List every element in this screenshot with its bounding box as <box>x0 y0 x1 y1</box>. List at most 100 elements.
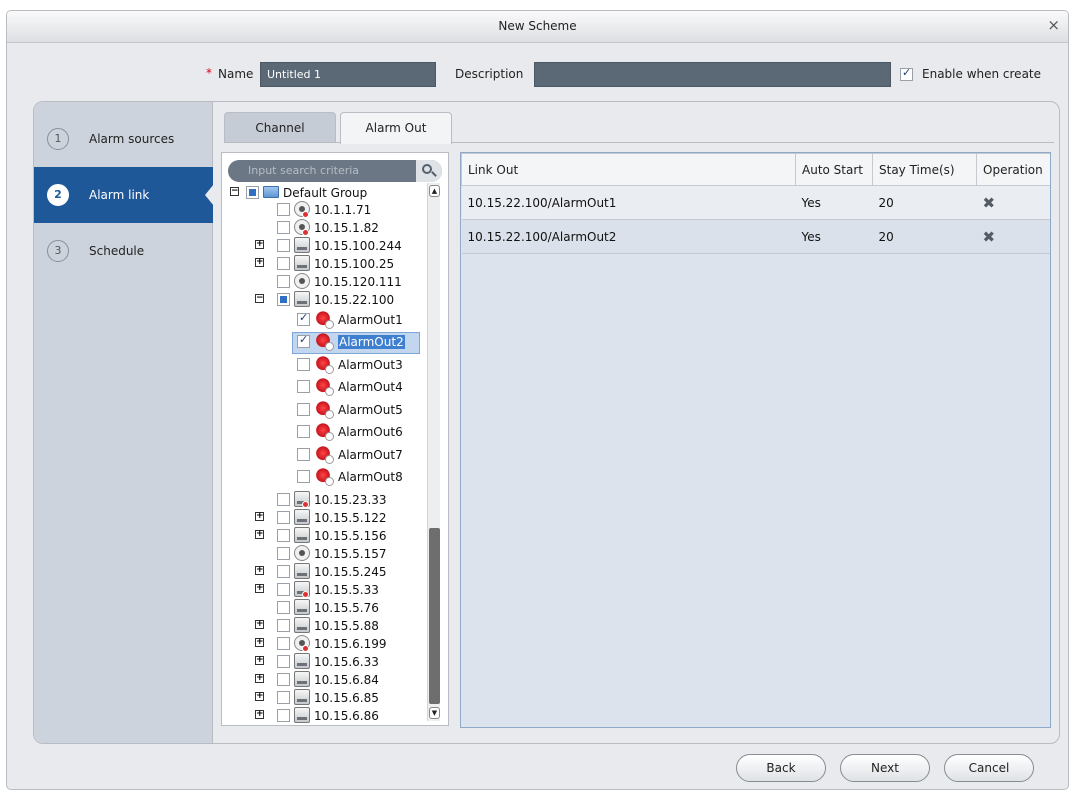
node-checkbox[interactable] <box>297 333 310 348</box>
expand-icon[interactable]: + <box>255 692 264 701</box>
table-row[interactable]: 10.15.22.100/AlarmOut2 Yes 20 ✖ <box>461 219 1050 254</box>
expand-icon[interactable]: + <box>255 656 264 665</box>
tree-node-alarm-out[interactable]: AlarmOut1 <box>222 310 427 332</box>
tree-node-device[interactable]: 10.15.120.111 <box>222 272 427 292</box>
scroll-thumb[interactable] <box>429 528 440 704</box>
table-row[interactable]: 10.15.22.100/AlarmOut1 Yes 20 ✖ <box>461 185 1050 220</box>
expand-icon[interactable]: + <box>255 512 264 521</box>
node-checkbox[interactable] <box>297 358 310 371</box>
tree-node-device[interactable]: 10.15.5.157 <box>222 544 427 564</box>
delete-icon[interactable]: ✖ <box>983 228 996 246</box>
tab-channel[interactable]: Channel <box>224 112 336 142</box>
scroll-down-icon[interactable]: ▼ <box>429 707 440 719</box>
expand-icon[interactable]: + <box>255 240 264 249</box>
tree-node-device[interactable]: 10.15.23.33 <box>222 490 427 510</box>
tree-node-alarm-out[interactable]: AlarmOut5 <box>222 400 427 422</box>
tree-node-alarm-out[interactable]: AlarmOut8 <box>222 467 427 489</box>
node-checkbox[interactable] <box>297 448 310 461</box>
node-checkbox[interactable] <box>277 239 290 252</box>
search-box[interactable]: Input search criteria <box>228 160 442 182</box>
expand-icon[interactable]: + <box>255 530 264 539</box>
tree-node-device[interactable]: 10.15.5.76 <box>222 598 427 618</box>
tree-node-alarm-out[interactable]: AlarmOut2 <box>222 332 427 354</box>
tree-node-device[interactable]: + 10.15.6.86 <box>222 706 427 725</box>
search-icon[interactable] <box>416 160 442 182</box>
node-checkbox[interactable] <box>297 380 310 393</box>
node-checkbox[interactable] <box>277 565 290 578</box>
tab-alarm-out[interactable]: Alarm Out <box>340 112 452 144</box>
node-checkbox[interactable] <box>277 529 290 542</box>
expand-icon[interactable]: + <box>255 638 264 647</box>
node-checkbox[interactable] <box>277 275 290 288</box>
tree-node-device[interactable]: + 10.15.5.33 <box>222 580 427 600</box>
scroll-up-icon[interactable]: ▲ <box>429 185 440 197</box>
node-checkbox[interactable] <box>297 403 310 416</box>
close-icon[interactable]: × <box>1047 16 1060 34</box>
tree-node-device[interactable]: + 10.15.5.156 <box>222 526 427 546</box>
expand-icon[interactable]: + <box>255 710 264 719</box>
node-checkbox[interactable] <box>277 709 290 722</box>
node-checkbox[interactable] <box>277 619 290 632</box>
node-checkbox[interactable] <box>297 425 310 438</box>
node-checkbox[interactable] <box>277 583 290 596</box>
cell-auto-start[interactable]: Yes <box>795 185 873 220</box>
tree-node-alarm-out[interactable]: AlarmOut6 <box>222 422 427 444</box>
expand-icon[interactable]: + <box>255 620 264 629</box>
step-alarm-link[interactable]: 2 Alarm link <box>34 167 214 223</box>
step-alarm-sources[interactable]: 1 Alarm sources <box>34 111 213 167</box>
cell-auto-start[interactable]: Yes <box>795 219 873 254</box>
tree-node-device[interactable]: + 10.15.6.33 <box>222 652 427 672</box>
node-checkbox[interactable] <box>277 673 290 686</box>
tree-node-device[interactable]: + 10.15.6.84 <box>222 670 427 690</box>
collapse-icon[interactable]: − <box>255 294 264 303</box>
next-button[interactable]: Next <box>840 754 930 782</box>
node-checkbox[interactable] <box>277 637 290 650</box>
cell-stay-time[interactable]: 20 <box>872 219 977 254</box>
description-input[interactable] <box>534 62 891 87</box>
node-checkbox[interactable] <box>277 601 290 614</box>
tree-node-device[interactable]: + 10.15.6.85 <box>222 688 427 708</box>
tree-node-device[interactable]: − 10.15.22.100 <box>222 290 427 310</box>
tree-node-alarm-out[interactable]: AlarmOut4 <box>222 377 427 399</box>
node-checkbox[interactable] <box>277 257 290 270</box>
tree-scrollbar[interactable]: ▲ ▼ <box>427 183 440 721</box>
search-input[interactable]: Input search criteria <box>248 164 359 177</box>
tree-node-device[interactable]: + 10.15.100.244 <box>222 236 427 256</box>
tree-node-device[interactable]: + 10.15.5.88 <box>222 616 427 636</box>
node-checkbox[interactable] <box>246 186 259 199</box>
node-checkbox[interactable] <box>277 293 290 306</box>
tree-node-device[interactable]: + 10.15.6.199 <box>222 634 427 654</box>
tree-node-device[interactable]: + 10.15.100.25 <box>222 254 427 274</box>
expand-icon[interactable]: + <box>255 258 264 267</box>
tree-node-device[interactable]: 10.15.1.82 <box>222 218 427 238</box>
node-checkbox[interactable] <box>277 547 290 560</box>
step-schedule[interactable]: 3 Schedule <box>34 223 213 279</box>
col-header-operation[interactable]: Operation <box>976 153 1050 186</box>
node-checkbox[interactable] <box>277 655 290 668</box>
expand-icon[interactable]: + <box>255 584 264 593</box>
delete-icon[interactable]: ✖ <box>983 194 996 212</box>
tree-node-alarm-out[interactable]: AlarmOut3 <box>222 355 427 377</box>
col-header-link-out[interactable]: Link Out <box>461 153 796 186</box>
name-input[interactable]: Untitled 1 <box>260 62 436 87</box>
node-checkbox[interactable] <box>277 493 290 506</box>
node-checkbox[interactable] <box>277 511 290 524</box>
tree-node-device[interactable]: 10.1.1.71 <box>222 200 427 220</box>
node-checkbox[interactable] <box>297 311 310 326</box>
node-checkbox[interactable] <box>297 470 310 483</box>
expand-icon[interactable]: + <box>255 674 264 683</box>
tree-node-device[interactable]: + 10.15.5.122 <box>222 508 427 528</box>
back-button[interactable]: Back <box>736 754 826 782</box>
collapse-icon[interactable]: − <box>230 187 239 196</box>
tree-node-alarm-out[interactable]: AlarmOut7 <box>222 445 427 467</box>
col-header-stay-time[interactable]: Stay Time(s) <box>872 153 977 186</box>
node-checkbox[interactable] <box>277 203 290 216</box>
cancel-button[interactable]: Cancel <box>944 754 1034 782</box>
enable-when-create-checkbox[interactable] <box>900 66 913 81</box>
cell-stay-time[interactable]: 20 <box>872 185 977 220</box>
tree-node-device[interactable]: + 10.15.5.245 <box>222 562 427 582</box>
node-checkbox[interactable] <box>277 221 290 234</box>
node-checkbox[interactable] <box>277 691 290 704</box>
expand-icon[interactable]: + <box>255 566 264 575</box>
col-header-auto-start[interactable]: Auto Start <box>795 153 873 186</box>
